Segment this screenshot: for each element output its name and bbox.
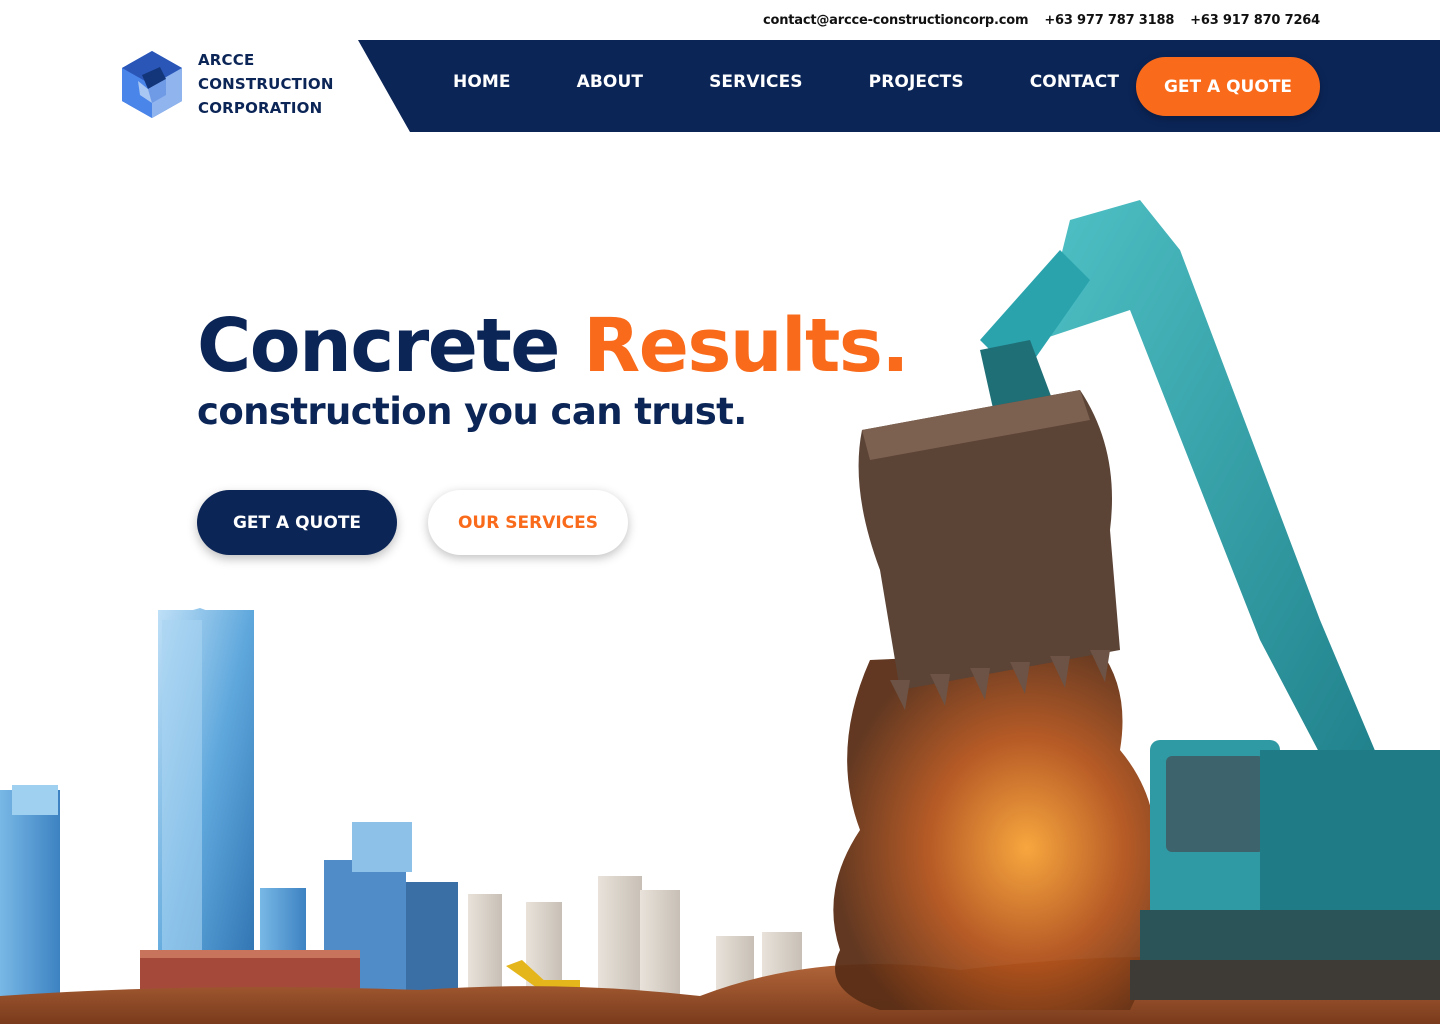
contact-email[interactable]: contact@arcce-constructioncorp.com	[763, 13, 1029, 28]
contact-phone-1[interactable]: +63 977 787 3188	[1044, 13, 1174, 28]
brand-line-3: CORPORATION	[198, 99, 323, 117]
nav-services[interactable]: SERVICES	[709, 72, 803, 92]
brand-name: ARCCE CONSTRUCTION CORPORATION	[198, 48, 334, 120]
hero-get-quote-button[interactable]: GET A QUOTE	[197, 490, 397, 555]
hero-our-services-button[interactable]: OUR SERVICES	[428, 490, 628, 555]
brand-logo[interactable]: ARCCE CONSTRUCTION CORPORATION	[120, 48, 334, 120]
brand-line-2: CONSTRUCTION	[198, 75, 334, 93]
hexagon-cube-logo-icon	[122, 51, 182, 118]
nav-contact[interactable]: CONTACT	[1030, 72, 1119, 92]
main-nav: HOME ABOUT SERVICES PROJECTS CONTACT	[453, 40, 1119, 124]
hero-title-part-1: Concrete	[197, 303, 560, 389]
hero-title: Concrete Results.	[197, 300, 910, 392]
brand-line-1: ARCCE	[198, 51, 255, 69]
hero-subtitle: construction you can trust.	[197, 390, 747, 433]
nav-get-quote-button[interactable]: GET A QUOTE	[1136, 57, 1320, 116]
contact-bar: contact@arcce-constructioncorp.com +63 9…	[763, 11, 1320, 29]
nav-projects[interactable]: PROJECTS	[869, 72, 964, 92]
contact-phone-2[interactable]: +63 917 870 7264	[1190, 13, 1320, 28]
nav-home[interactable]: HOME	[453, 72, 511, 92]
nav-about[interactable]: ABOUT	[577, 72, 643, 92]
city-skyline	[0, 608, 802, 1000]
hero-title-part-2: Results.	[583, 303, 909, 389]
